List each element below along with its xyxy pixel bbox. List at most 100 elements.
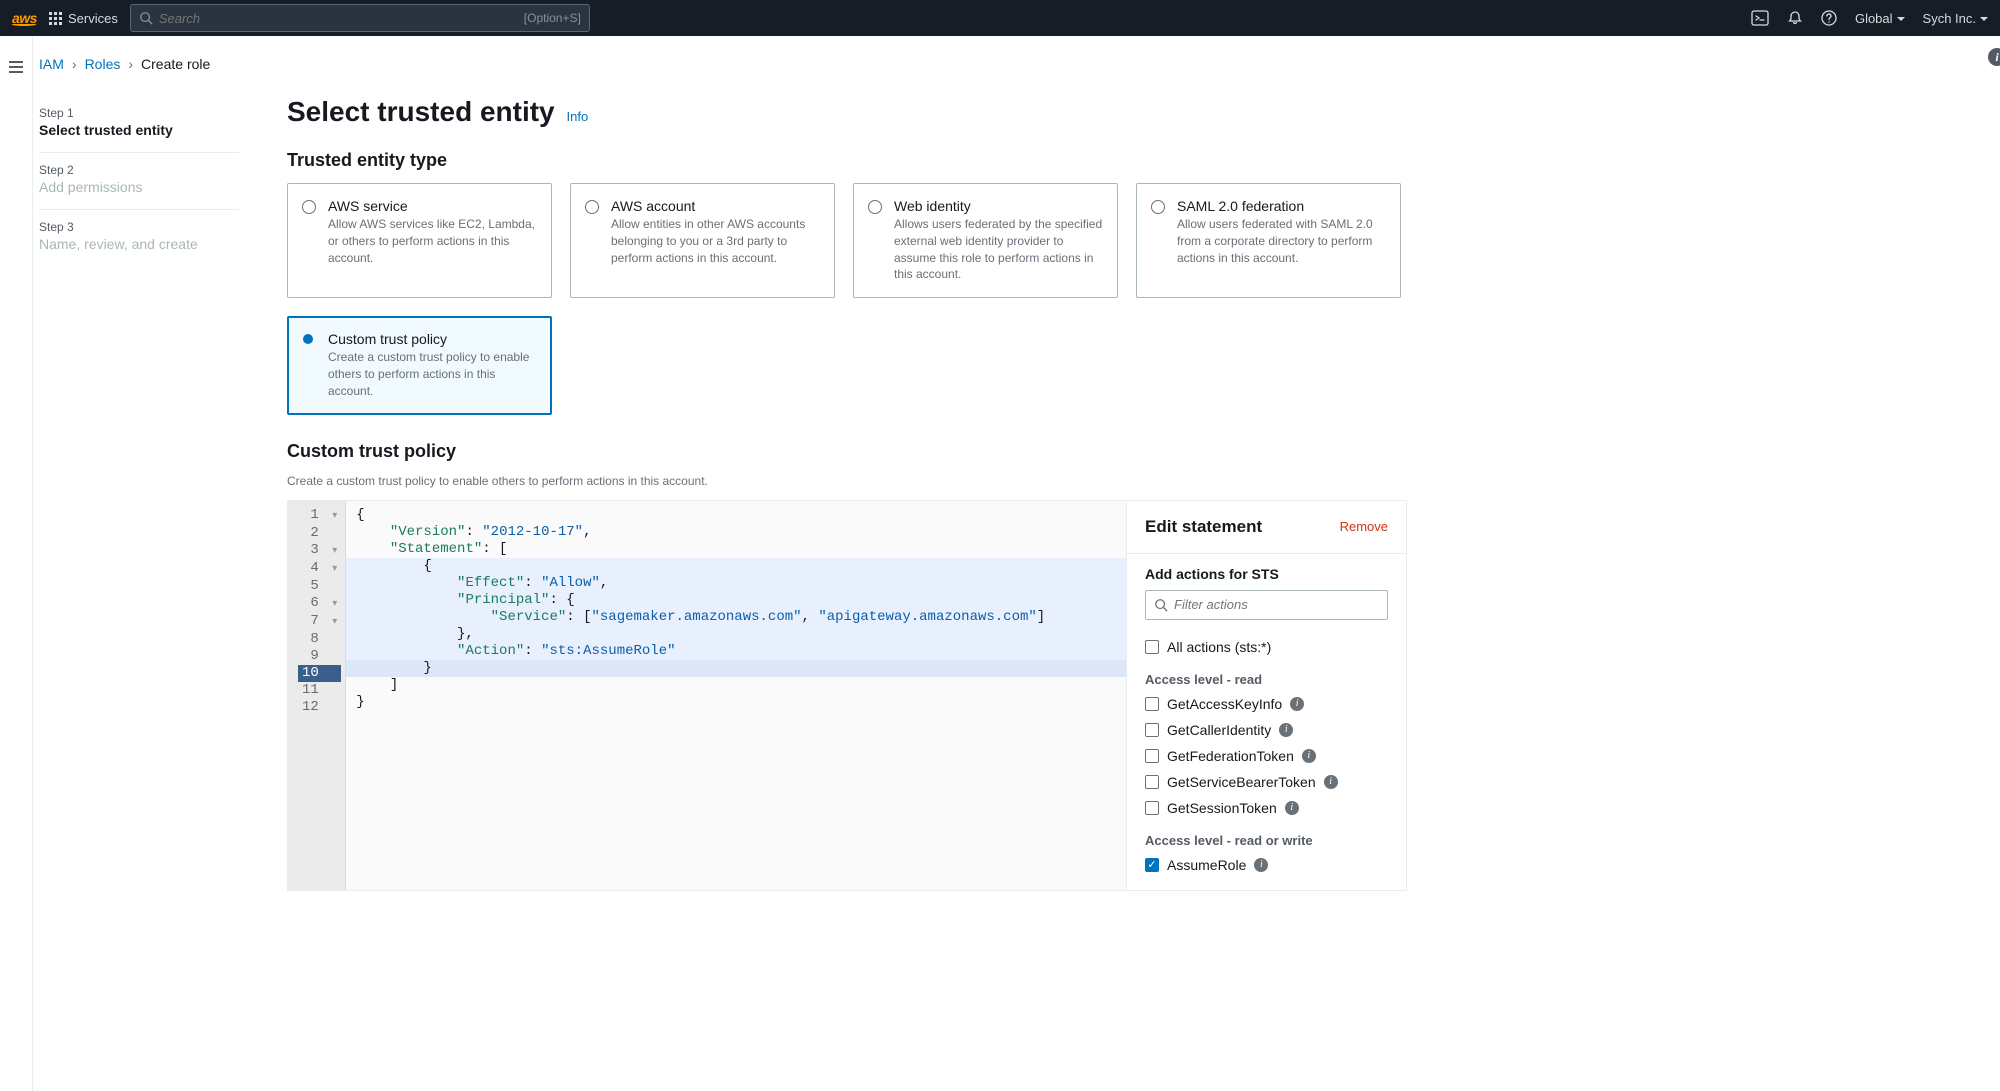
entity-title: SAML 2.0 federation bbox=[1177, 198, 1386, 214]
gutter-line: 12 bbox=[298, 699, 341, 716]
info-panel-toggle[interactable]: i bbox=[1988, 48, 2000, 66]
search-box[interactable]: [Option+S] bbox=[130, 4, 590, 32]
chevron-right-icon: › bbox=[128, 56, 133, 72]
radio-icon bbox=[585, 200, 599, 214]
checkbox-action[interactable] bbox=[1145, 775, 1159, 789]
step-nav: Step 1 Select trusted entity Step 2 Add per… bbox=[39, 96, 239, 891]
left-rail bbox=[0, 36, 33, 1091]
step-label: Step 3 bbox=[39, 220, 239, 234]
entity-card[interactable]: Custom trust policyCreate a custom trust… bbox=[287, 316, 552, 414]
account-dropdown[interactable]: Sych Inc. bbox=[1923, 11, 1988, 26]
checkbox-action[interactable] bbox=[1145, 801, 1159, 815]
breadcrumb: IAM › Roles › Create role bbox=[39, 56, 1972, 72]
checkbox-action[interactable] bbox=[1145, 697, 1159, 711]
step-label: Step 1 bbox=[39, 106, 239, 120]
entity-desc: Allow entities in other AWS accounts bel… bbox=[611, 216, 820, 266]
search-hint: [Option+S] bbox=[524, 11, 581, 25]
radio-icon bbox=[1151, 200, 1165, 214]
services-button[interactable]: Services bbox=[49, 11, 118, 26]
remove-button[interactable]: Remove bbox=[1340, 519, 1388, 534]
info-icon[interactable]: i bbox=[1254, 858, 1268, 872]
code-line[interactable]: "Statement": [ bbox=[356, 541, 1116, 558]
entity-title: AWS account bbox=[611, 198, 820, 214]
action-label: GetSessionToken bbox=[1167, 800, 1277, 816]
code-line[interactable]: }, bbox=[346, 626, 1126, 643]
hamburger-icon[interactable] bbox=[9, 61, 23, 73]
info-link[interactable]: Info bbox=[567, 109, 589, 124]
step-item: Step 2 Add permissions bbox=[39, 153, 239, 210]
entity-desc: Allow AWS services like EC2, Lambda, or … bbox=[328, 216, 537, 266]
section-trusted-title: Trusted entity type bbox=[287, 150, 1407, 171]
page-title: Select trusted entity bbox=[287, 96, 555, 128]
bell-icon[interactable] bbox=[1787, 10, 1803, 26]
gutter-line: 6 ▾ bbox=[298, 595, 341, 613]
action-label: GetCallerIdentity bbox=[1167, 722, 1271, 738]
section-policy-title: Custom trust policy bbox=[287, 441, 1407, 462]
gutter-line: 8 bbox=[298, 631, 341, 648]
search-icon bbox=[139, 11, 153, 25]
code-line[interactable]: "Action": "sts:AssumeRole" bbox=[346, 643, 1126, 660]
help-icon[interactable] bbox=[1821, 10, 1837, 26]
info-icon[interactable]: i bbox=[1302, 749, 1316, 763]
breadcrumb-roles[interactable]: Roles bbox=[85, 56, 121, 72]
code-line[interactable]: ] bbox=[356, 677, 1116, 694]
add-actions-title: Add actions for STS bbox=[1145, 566, 1388, 582]
info-icon[interactable]: i bbox=[1285, 801, 1299, 815]
gutter-line: 5 bbox=[298, 578, 341, 595]
filter-box[interactable] bbox=[1145, 590, 1388, 620]
step-label: Step 2 bbox=[39, 163, 239, 177]
aws-logo[interactable]: aws bbox=[12, 10, 37, 26]
gutter-line: 3 ▾ bbox=[298, 542, 341, 560]
entity-card[interactable]: SAML 2.0 federation Allow users federated… bbox=[1136, 183, 1401, 298]
services-label: Services bbox=[68, 11, 118, 26]
search-input[interactable] bbox=[159, 11, 524, 26]
code-line[interactable]: { bbox=[356, 507, 1116, 524]
chevron-right-icon: › bbox=[72, 56, 77, 72]
gutter-line: 11 bbox=[298, 682, 341, 699]
level-rw-head: Access level - read or write bbox=[1145, 833, 1388, 848]
gutter-line: 2 bbox=[298, 525, 341, 542]
info-icon[interactable]: i bbox=[1324, 775, 1338, 789]
policy-area: 1 ▾2 3 ▾4 ▾5 6 ▾7 ▾8 9 10 11 12 { "Versi… bbox=[287, 500, 1407, 891]
step-title: Name, review, and create bbox=[39, 236, 239, 252]
entity-desc: Allows users federated by the specified … bbox=[894, 216, 1103, 283]
code-line[interactable]: { bbox=[346, 558, 1126, 575]
checkbox-action[interactable] bbox=[1145, 749, 1159, 763]
code-line[interactable]: } bbox=[346, 660, 1126, 677]
filter-input[interactable] bbox=[1174, 597, 1379, 612]
info-icon[interactable]: i bbox=[1290, 697, 1304, 711]
search-icon bbox=[1154, 598, 1168, 612]
panel-title: Edit statement bbox=[1145, 517, 1262, 537]
grid-icon bbox=[49, 12, 62, 25]
checkbox-action[interactable]: ✓ bbox=[1145, 858, 1159, 872]
checkbox-all-actions[interactable] bbox=[1145, 640, 1159, 654]
entity-desc: Allow users federated with SAML 2.0 from… bbox=[1177, 216, 1386, 266]
top-nav: aws Services [Option+S] Global Sych Inc. bbox=[0, 0, 2000, 36]
code-editor[interactable]: 1 ▾2 3 ▾4 ▾5 6 ▾7 ▾8 9 10 11 12 { "Versi… bbox=[288, 501, 1126, 890]
action-label: GetAccessKeyInfo bbox=[1167, 696, 1282, 712]
code-line[interactable]: "Service": ["sagemaker.amazonaws.com", "… bbox=[346, 609, 1126, 626]
code-line[interactable]: "Principal": { bbox=[346, 592, 1126, 609]
entity-card[interactable]: Web identity Allows users federated by th… bbox=[853, 183, 1118, 298]
cloudshell-icon[interactable] bbox=[1751, 9, 1769, 27]
entity-card[interactable]: AWS account Allow entities in other AWS a… bbox=[570, 183, 835, 298]
step-title: Add permissions bbox=[39, 179, 239, 195]
region-dropdown[interactable]: Global bbox=[1855, 11, 1905, 26]
level-read-head: Access level - read bbox=[1145, 672, 1388, 687]
gutter-line: 1 ▾ bbox=[298, 507, 341, 525]
step-title: Select trusted entity bbox=[39, 122, 239, 138]
info-icon[interactable]: i bbox=[1279, 723, 1293, 737]
radio-icon bbox=[303, 334, 313, 344]
code-line[interactable]: "Version": "2012-10-17", bbox=[356, 524, 1116, 541]
entity-card[interactable]: AWS serviceAllow AWS services like EC2, … bbox=[287, 183, 552, 298]
breadcrumb-iam[interactable]: IAM bbox=[39, 56, 64, 72]
action-label: GetServiceBearerToken bbox=[1167, 774, 1316, 790]
entity-title: Web identity bbox=[894, 198, 1103, 214]
checkbox-action[interactable] bbox=[1145, 723, 1159, 737]
step-item[interactable]: Step 1 Select trusted entity bbox=[39, 96, 239, 153]
radio-icon bbox=[302, 200, 316, 214]
action-label: AssumeRole bbox=[1167, 857, 1246, 873]
code-line[interactable]: "Effect": "Allow", bbox=[346, 575, 1126, 592]
gutter-line: 7 ▾ bbox=[298, 613, 341, 631]
code-line[interactable]: } bbox=[356, 694, 1116, 711]
